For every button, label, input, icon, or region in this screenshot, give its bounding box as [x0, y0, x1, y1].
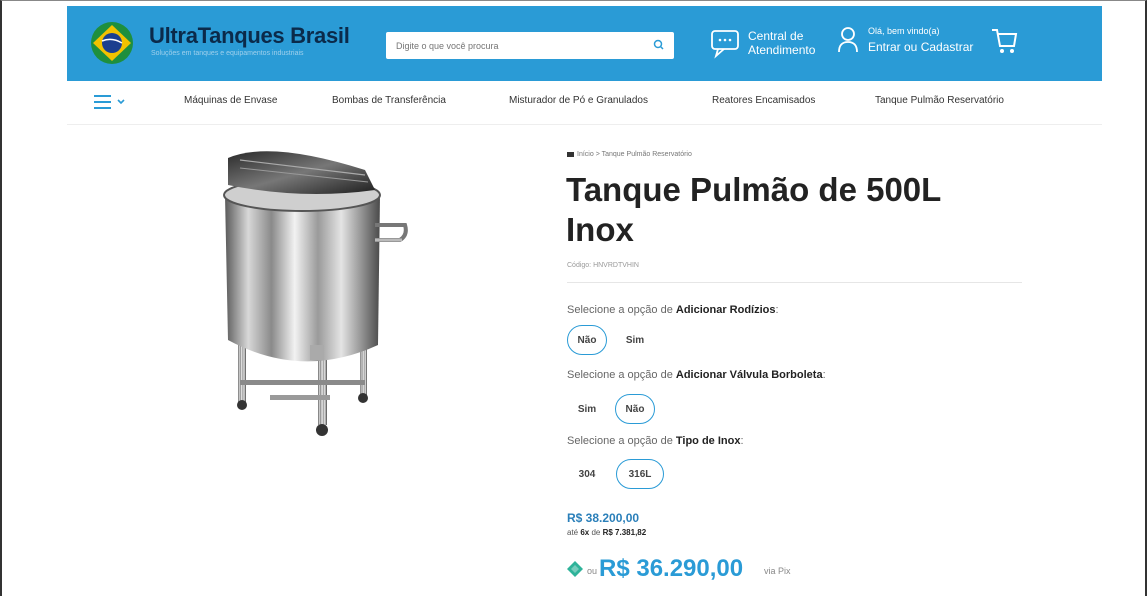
support-label: Central de Atendimento: [748, 29, 815, 57]
folder-icon: [567, 151, 574, 157]
option-rodizios-nao[interactable]: Não: [567, 325, 607, 355]
site-header: UltraTanques Brasil Soluções em tanques …: [67, 6, 1102, 81]
option-prefix: Selecione a opção de: [567, 304, 676, 316]
nav-item-bombas-transferencia[interactable]: Bombas de Transferência: [332, 95, 446, 106]
product-title: Tanque Pulmão de 500L Inox: [566, 170, 996, 250]
option-prefix: Selecione a opção de: [567, 369, 676, 381]
option-inox-304[interactable]: 304: [567, 459, 607, 489]
pix-price: R$ 36.290,00: [599, 555, 744, 582]
support-link[interactable]: Central de Atendimento: [710, 26, 825, 62]
product-title-line1: Tanque Pulmão de 500L: [566, 171, 942, 208]
nav-item-maquinas-envase[interactable]: Máquinas de Envase: [184, 95, 277, 106]
logo-text[interactable]: UltraTanques Brasil: [149, 23, 350, 49]
support-line2: Atendimento: [748, 43, 816, 57]
logo-icon[interactable]: [90, 21, 134, 65]
search-bar: [386, 32, 674, 59]
product-code: Código: HNVRDTVHIN: [567, 262, 639, 269]
breadcrumb-current[interactable]: Tanque Pulmão Reservatório: [602, 151, 692, 158]
option-valvula-nao[interactable]: Não: [615, 394, 655, 424]
search-icon[interactable]: [652, 38, 666, 52]
option-suffix: :: [775, 304, 779, 316]
option-valvula-sim[interactable]: Sim: [567, 394, 607, 424]
option-name: Adicionar Rodízios: [675, 304, 776, 316]
pix-icon: [567, 561, 583, 577]
option-suffix: :: [822, 369, 826, 381]
breadcrumb-home[interactable]: Início: [577, 151, 594, 158]
option-name: Adicionar Válvula Borboleta: [675, 369, 823, 381]
pix-price-row: ou R$ 36.290,00 via Pix: [567, 555, 827, 585]
pix-or: ou: [587, 566, 598, 576]
option-label-rodizios: Selecione a opção de Adicionar Rodízios:: [567, 304, 779, 316]
support-line1: Central de: [748, 29, 804, 43]
nav-divider: [67, 124, 1102, 125]
product-image[interactable]: [210, 140, 420, 440]
hamburger-icon[interactable]: [94, 92, 134, 112]
pix-via: via Pix: [764, 566, 791, 576]
option-rodizios-sim[interactable]: Sim: [615, 325, 655, 355]
installments-mid: de: [589, 528, 603, 537]
installments-prefix: até: [567, 528, 581, 537]
installments-value: R$ 7.381,82: [602, 528, 647, 537]
chat-icon: [711, 30, 739, 59]
product-title-line2: Inox: [566, 211, 634, 248]
info-divider: [567, 282, 1022, 283]
login-link[interactable]: Entrar ou Cadastrar: [868, 40, 973, 54]
logo-tagline: Soluções em tanques e equipamentos indus…: [151, 50, 304, 57]
option-label-valvula: Selecione a opção de Adicionar Válvula B…: [567, 369, 826, 381]
option-label-inox: Selecione a opção de Tipo de Inox:: [567, 435, 744, 447]
category-nav: Máquinas de Envase Bombas de Transferênc…: [67, 82, 1102, 122]
installments-info: até 6x de R$ 7.381,82: [567, 528, 646, 537]
option-prefix: Selecione a opção de: [567, 435, 676, 447]
account-link[interactable]: Olá, bem vindo(a) Entrar ou Cadastrar: [837, 24, 987, 64]
breadcrumb: Início > Tanque Pulmão Reservatório: [567, 151, 692, 158]
nav-item-misturador[interactable]: Misturador de Pó e Granulados: [509, 95, 648, 106]
option-name: Tipo de Inox: [675, 435, 741, 447]
nav-item-tanque-pulmao[interactable]: Tanque Pulmão Reservatório: [875, 95, 1004, 106]
option-inox-316l[interactable]: 316L: [616, 459, 664, 489]
installments-count: 6x: [580, 528, 590, 537]
breadcrumb-separator: >: [595, 151, 600, 158]
account-greeting: Olá, bem vindo(a): [868, 26, 940, 36]
option-suffix: :: [740, 435, 744, 447]
nav-item-reatores[interactable]: Reatores Encamisados: [712, 95, 815, 106]
list-price: R$ 38.200,00: [567, 511, 640, 525]
cart-icon[interactable]: [989, 24, 1019, 58]
search-input[interactable]: [396, 36, 636, 55]
user-icon: [838, 27, 858, 53]
